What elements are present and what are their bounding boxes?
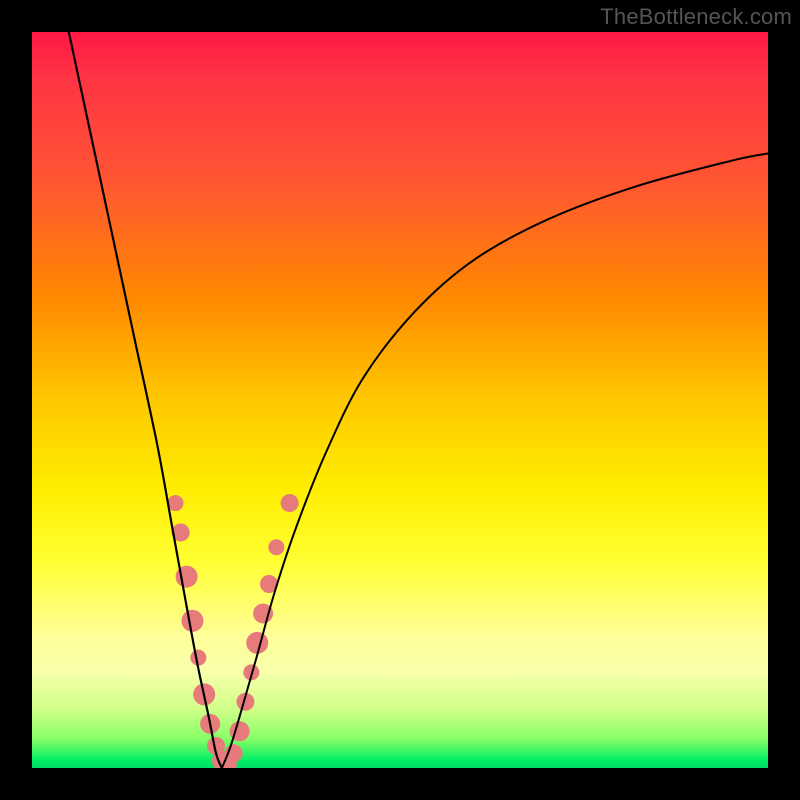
marker-point: [268, 539, 284, 555]
watermark-text: TheBottleneck.com: [600, 4, 792, 30]
right-branch-curve: [222, 153, 768, 768]
chart-svg: [32, 32, 768, 768]
marker-point: [246, 632, 268, 654]
marker-point: [281, 494, 299, 512]
marker-point: [181, 610, 203, 632]
chart-frame: TheBottleneck.com: [0, 0, 800, 800]
plot-area: [32, 32, 768, 768]
markers: [168, 494, 299, 768]
